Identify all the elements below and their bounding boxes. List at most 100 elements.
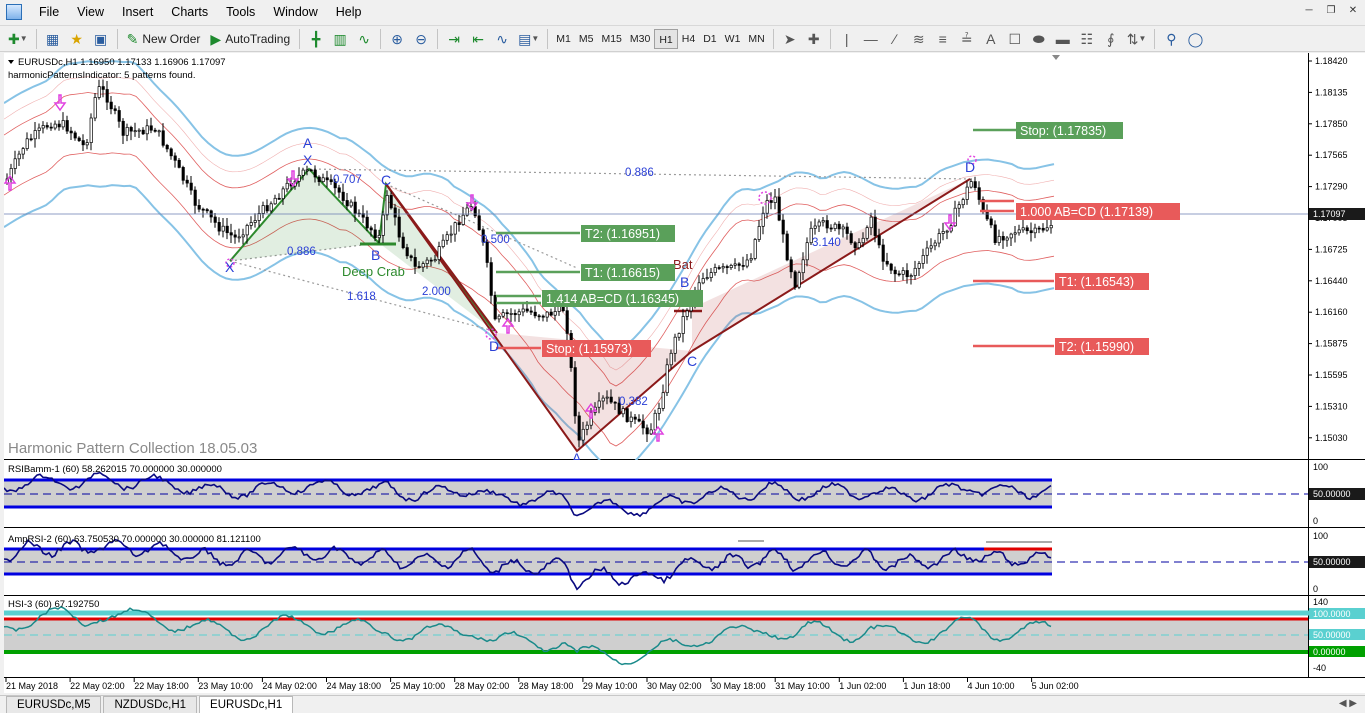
candle-body	[1017, 229, 1021, 234]
time-tick-label: 28 May 18:00	[519, 681, 574, 691]
community-button[interactable]: ◯	[1184, 28, 1206, 50]
menu-view[interactable]: View	[68, 0, 113, 24]
cursor-button[interactable]: ➤	[779, 28, 801, 50]
menu-window[interactable]: Window	[264, 0, 326, 24]
new-order-icon: ✎	[126, 30, 139, 47]
line-chart-button[interactable]: ∿	[353, 28, 375, 50]
point-b-right: B	[680, 274, 689, 290]
label-button[interactable]: ☐	[1004, 28, 1026, 50]
chevron-down-icon: ▼	[1138, 33, 1147, 43]
candle-body	[449, 233, 453, 236]
rectangle-button[interactable]: ▬	[1052, 28, 1074, 50]
abcd-left-label: 1.414 AB=CD (1.16345)	[546, 292, 679, 306]
chart-canvas[interactable]: X A X B C D B C D A Deep Crab Bat 0.707 …	[4, 53, 1365, 693]
channel-button[interactable]: ≋	[908, 28, 930, 50]
price-tick-label: 1.15875	[1315, 339, 1348, 349]
price-tick-label: 1.17850	[1315, 119, 1348, 129]
menu-file[interactable]: File	[30, 0, 68, 24]
timeframe-w1[interactable]: W1	[721, 29, 745, 49]
candle-body	[345, 200, 349, 207]
hsi-axis-mid: 50.00000	[1313, 630, 1351, 640]
candle-body	[381, 214, 385, 236]
price-tick-label: 1.16725	[1315, 244, 1348, 254]
search-button[interactable]: ⚲	[1160, 28, 1182, 50]
timeframe-m15[interactable]: M15	[597, 29, 625, 49]
time-tick-label: 24 May 02:00	[262, 681, 317, 691]
trendline-button[interactable]: ∕	[884, 28, 906, 50]
bar-chart-button[interactable]: ╋	[305, 28, 327, 50]
ellipse-button[interactable]: ⬬	[1028, 28, 1050, 50]
timeframe-m1[interactable]: M1	[552, 29, 575, 49]
restore-icon[interactable]: ❐	[1323, 4, 1339, 18]
candle-body	[457, 222, 461, 225]
arrows-button[interactable]: ⇅ ▼	[1124, 28, 1150, 50]
candle-body	[873, 216, 877, 236]
ratio-2000: 2.000	[422, 286, 451, 298]
candle-body	[321, 177, 325, 182]
fibo-fan-button[interactable]: ≟	[956, 28, 978, 50]
candle-body	[105, 89, 109, 103]
minimize-icon[interactable]: ─	[1301, 4, 1317, 18]
timeframe-mn[interactable]: MN	[744, 29, 768, 49]
menu-tools[interactable]: Tools	[217, 0, 264, 24]
terminal-button[interactable]: ▣	[90, 28, 112, 50]
candle-body	[517, 311, 521, 316]
candle-body	[813, 225, 817, 229]
candle-body	[221, 225, 225, 232]
market-watch-button[interactable]: ▦	[42, 28, 64, 50]
autotrading-button[interactable]: ▶ AutoTrading	[206, 28, 294, 50]
timeframe-d1[interactable]: D1	[699, 29, 720, 49]
candle-body	[117, 110, 121, 122]
candlestick-icon: ▥	[333, 30, 347, 47]
candle-body	[225, 225, 229, 234]
bar-chart-icon: ╋	[311, 30, 321, 47]
candle-body	[61, 120, 65, 128]
timeframe-h1[interactable]: H1	[654, 28, 678, 49]
tab-scroll-arrows[interactable]: ◀ ▶	[1339, 698, 1357, 709]
candle-body	[889, 263, 893, 271]
vertical-line-button[interactable]: |	[836, 28, 858, 50]
fibonacci-button[interactable]: ≡	[932, 28, 954, 50]
toolbar-separator	[437, 28, 439, 49]
gann-button[interactable]: ☷	[1076, 28, 1098, 50]
timeframe-m30[interactable]: M30	[626, 29, 654, 49]
tab-nzdusdc-h1[interactable]: NZDUSDc,H1	[103, 696, 198, 713]
candle-body	[213, 216, 217, 223]
candlestick-button[interactable]: ▥	[329, 28, 351, 50]
menu-insert[interactable]: Insert	[113, 0, 162, 24]
candle-body	[129, 127, 133, 132]
zoom-in-button[interactable]: ⊕	[386, 28, 408, 50]
toolbar-separator	[1154, 28, 1156, 49]
close-icon[interactable]: ✕	[1345, 4, 1361, 18]
navigator-button[interactable]: ★	[66, 28, 88, 50]
candle-body	[877, 235, 881, 246]
time-tick-label: 24 May 18:00	[327, 681, 382, 691]
candle-body	[893, 269, 897, 275]
zoom-out-button[interactable]: ⊖	[410, 28, 432, 50]
candle-body	[461, 214, 465, 225]
templates-button[interactable]: ▤ ▼	[515, 28, 542, 50]
new-chart-button[interactable]: ✚ ▼	[5, 28, 31, 50]
timeframe-m5[interactable]: M5	[575, 29, 598, 49]
text-button[interactable]: A	[980, 28, 1002, 50]
indicators-button[interactable]: ∿	[491, 28, 513, 50]
point-x-top: X	[303, 152, 313, 168]
candle-body	[641, 420, 645, 429]
new-order-button[interactable]: ✎ New Order	[123, 28, 205, 50]
text-tool-icon: A	[986, 30, 996, 47]
menu-help[interactable]: Help	[327, 0, 371, 24]
tab-eurusdc-h1[interactable]: EURUSDc,H1	[199, 696, 294, 713]
tab-eurusdc-m5[interactable]: EURUSDc,M5	[6, 696, 102, 713]
chart-shift-button[interactable]: ⇤	[467, 28, 489, 50]
abcd-right-label: 1.000 AB=CD (1.17139)	[1020, 205, 1153, 219]
candle-body	[237, 236, 241, 239]
candle-body	[1045, 227, 1049, 231]
chart-window[interactable]: X A X B C D B C D A Deep Crab Bat 0.707 …	[4, 53, 1365, 693]
horizontal-line-button[interactable]: —	[860, 28, 882, 50]
point-c-left: C	[381, 172, 391, 188]
auto-scroll-button[interactable]: ⇥	[443, 28, 465, 50]
crosshair-button[interactable]: ✚	[803, 28, 825, 50]
timeframe-h4[interactable]: H4	[678, 29, 699, 49]
menu-charts[interactable]: Charts	[162, 0, 217, 24]
elliott-button[interactable]: ∮	[1100, 28, 1122, 50]
